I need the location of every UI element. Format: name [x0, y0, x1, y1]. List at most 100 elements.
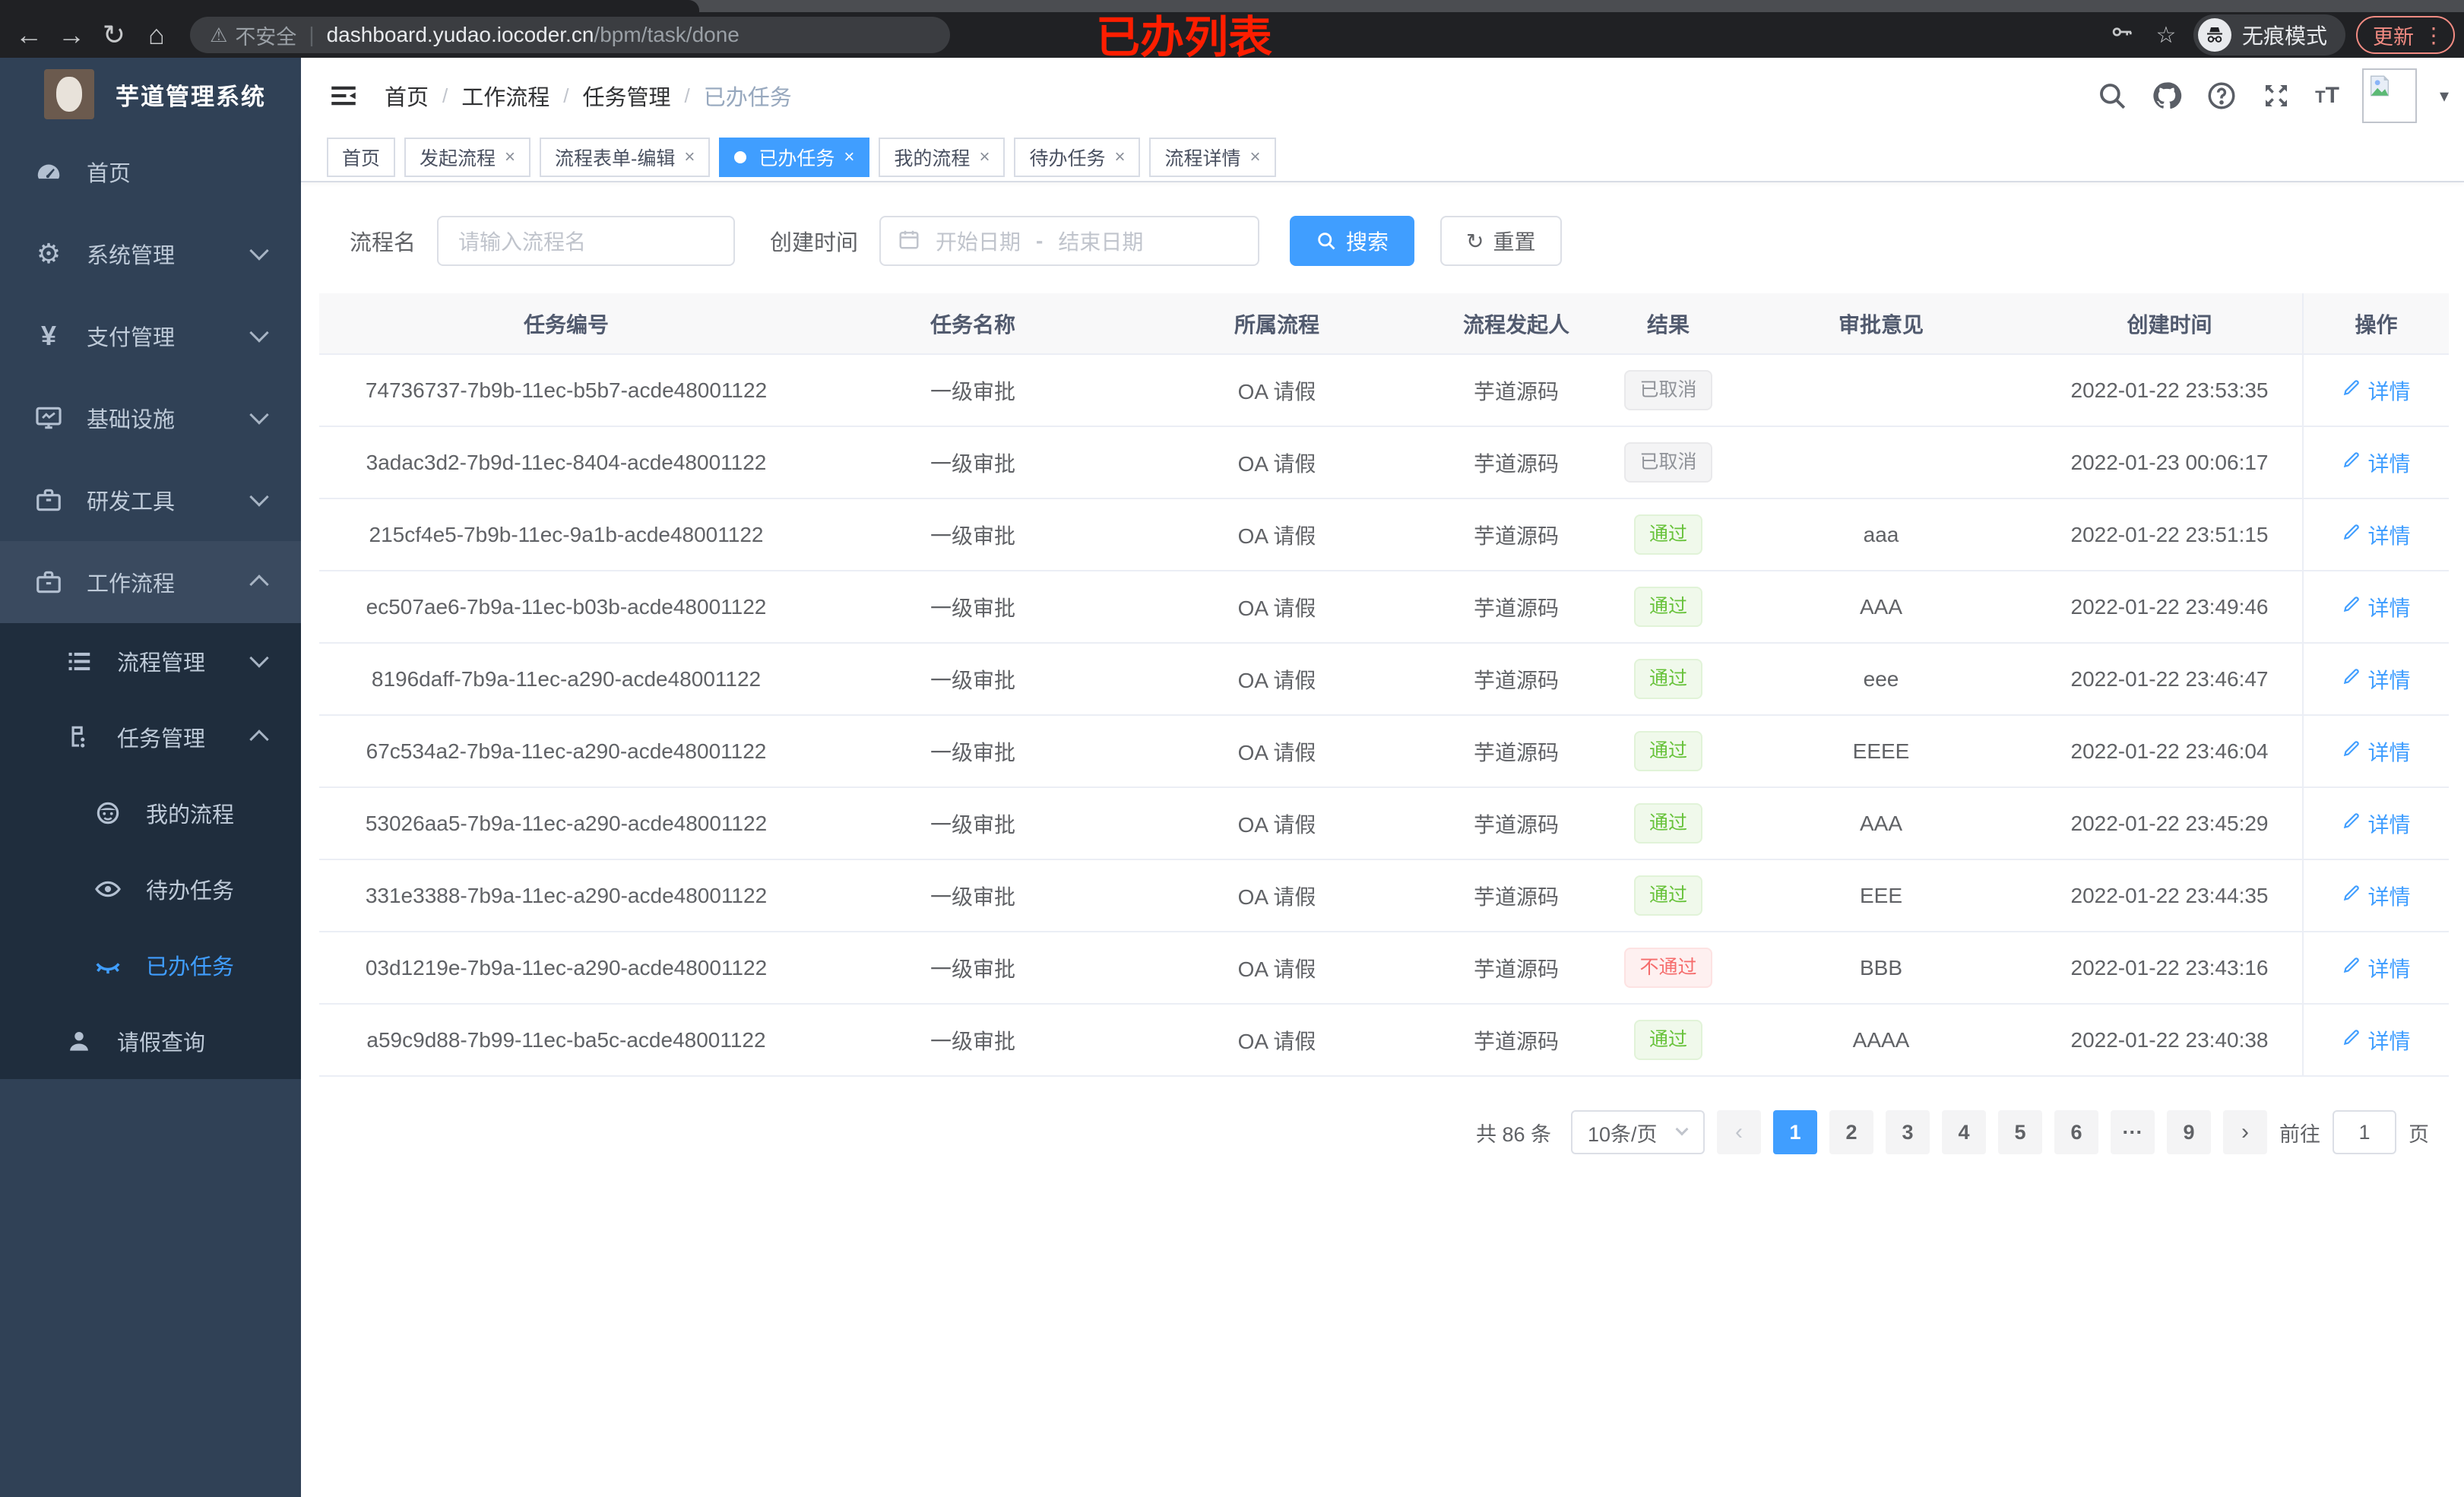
forward-icon[interactable]: →: [50, 14, 93, 56]
date-range-input[interactable]: 开始日期 - 结束日期: [879, 216, 1260, 266]
detail-link[interactable]: 详情: [2342, 953, 2411, 983]
avatar-caret-icon[interactable]: ▾: [2440, 85, 2449, 107]
user-avatar[interactable]: [2361, 68, 2417, 123]
help-icon[interactable]: [2206, 80, 2238, 112]
sidebar-item-首页[interactable]: 首页: [0, 131, 301, 213]
chevron-up-icon: [249, 730, 269, 749]
detail-link[interactable]: 详情: [2342, 1025, 2411, 1055]
reset-button[interactable]: ↻ 重置: [1440, 216, 1562, 266]
sidebar-item-任务管理[interactable]: 任务管理: [0, 699, 301, 775]
detail-link[interactable]: 详情: [2342, 592, 2411, 622]
page-button-3[interactable]: 3: [1886, 1110, 1930, 1154]
page-size-select[interactable]: 10条/页: [1571, 1110, 1705, 1154]
sidebar-item-待办任务[interactable]: 待办任务: [0, 851, 301, 927]
address-bar[interactable]: ⚠ 不安全 | dashboard.yudao.iocoder.cn /bpm/…: [190, 17, 950, 53]
bookmark-star-icon[interactable]: ☆: [2149, 22, 2183, 49]
sidebar-item-已办任务[interactable]: 已办任务: [0, 927, 301, 1003]
sidebar-item-流程管理[interactable]: 流程管理: [0, 623, 301, 699]
sidebar-item-支付管理[interactable]: ¥ 支付管理: [0, 295, 301, 377]
page-ellipsis[interactable]: ···: [2111, 1110, 2155, 1154]
home-icon[interactable]: ⌂: [135, 14, 178, 56]
process-name-input[interactable]: 请输入流程名: [437, 216, 736, 266]
breadcrumb-item-首页[interactable]: 首页: [385, 80, 429, 112]
status-badge: 通过: [1633, 875, 1702, 916]
sidebar-item-基础设施[interactable]: 基础设施: [0, 377, 301, 459]
table-header-row: 任务编号 任务名称 所属流程 流程发起人 结果 审批意见 创建时间 操作: [319, 293, 2449, 355]
search-button-label: 搜索: [1346, 230, 1389, 254]
page-button-4[interactable]: 4: [1942, 1110, 1986, 1154]
workflow-icon: [30, 568, 67, 597]
todo-icon: [90, 875, 126, 904]
sidebar-fold-icon[interactable]: [322, 74, 365, 117]
close-icon[interactable]: ×: [979, 147, 990, 168]
page-button-6[interactable]: 6: [2054, 1110, 2098, 1154]
sidebar-item-label: 已办任务: [146, 955, 235, 980]
edit-icon: [2342, 811, 2361, 836]
cell-actions: 详情: [2302, 498, 2449, 571]
breadcrumb-item-工作流程[interactable]: 工作流程: [461, 80, 549, 112]
detail-link[interactable]: 详情: [2342, 736, 2411, 767]
tab-流程详情[interactable]: 流程详情 ×: [1149, 138, 1276, 177]
font-size-icon[interactable]: TT: [2315, 83, 2339, 109]
prev-page-button[interactable]: ‹: [1717, 1110, 1761, 1154]
edit-icon: [2342, 883, 2361, 908]
sidebar-item-请假查询[interactable]: 请假查询: [0, 1003, 301, 1079]
cell-task-id: a59c9d88-7b99-11ec-ba5c-acde48001122: [319, 1004, 813, 1077]
cell-task-id: 215cf4e5-7b9b-11ec-9a1b-acde48001122: [319, 498, 813, 571]
url-host: dashboard.yudao.iocoder.cn: [326, 23, 594, 46]
key-icon[interactable]: [2105, 20, 2139, 50]
page-button-2[interactable]: 2: [1829, 1110, 1873, 1154]
tab-首页[interactable]: 首页: [327, 138, 396, 177]
fullscreen-icon[interactable]: [2260, 80, 2292, 112]
page-button-9[interactable]: 9: [2167, 1110, 2211, 1154]
cell-actions: 详情: [2302, 715, 2449, 788]
tab-待办任务[interactable]: 待办任务 ×: [1014, 138, 1141, 177]
process-name-label: 流程名: [350, 231, 416, 255]
tab-我的流程[interactable]: 我的流程 ×: [879, 138, 1006, 177]
cell-task-id: 8196daff-7b9a-11ec-a290-acde48001122: [319, 643, 813, 716]
page-button-1[interactable]: 1: [1773, 1110, 1817, 1154]
detail-link[interactable]: 详情: [2342, 448, 2411, 478]
close-icon[interactable]: ×: [1250, 147, 1261, 168]
browser-update-button[interactable]: 更新 ⋮: [2356, 16, 2455, 54]
app-logo-row[interactable]: 芋道管理系统: [0, 58, 301, 131]
detail-link[interactable]: 详情: [2342, 375, 2411, 406]
cell-task-id: 53026aa5-7b9a-11ec-a290-acde48001122: [319, 787, 813, 860]
next-page-button[interactable]: ›: [2223, 1110, 2267, 1154]
close-icon[interactable]: ×: [844, 147, 854, 168]
cell-task-id: 03d1219e-7b9a-11ec-a290-acde48001122: [319, 932, 813, 1005]
breadcrumb-item-任务管理[interactable]: 任务管理: [583, 80, 671, 112]
status-badge: 已取消: [1624, 370, 1712, 410]
insecure-label[interactable]: 不安全: [235, 21, 296, 50]
sidebar-item-我的流程[interactable]: 我的流程: [0, 775, 301, 851]
column-header-流程发起人: 流程发起人: [1421, 293, 1611, 355]
back-icon[interactable]: ←: [8, 14, 50, 56]
cell-process: OA 请假: [1132, 354, 1421, 427]
cell-task-name: 一级审批: [813, 643, 1132, 716]
github-icon[interactable]: [2151, 80, 2183, 112]
range-separator: -: [1036, 229, 1044, 252]
page-button-5[interactable]: 5: [1998, 1110, 2042, 1154]
detail-link[interactable]: 详情: [2342, 520, 2411, 550]
detail-link[interactable]: 详情: [2342, 664, 2411, 695]
sidebar-item-label: 工作流程: [87, 572, 176, 597]
cell-comment: eee: [1725, 643, 2037, 716]
detail-link[interactable]: 详情: [2342, 881, 2411, 911]
sidebar-item-工作流程[interactable]: 工作流程: [0, 541, 301, 623]
goto-page-input[interactable]: 1: [2333, 1110, 2396, 1154]
browser-active-tab[interactable]: [0, 0, 699, 12]
sidebar-item-系统管理[interactable]: ⚙ 系统管理: [0, 213, 301, 295]
reload-icon[interactable]: ↻: [93, 14, 135, 56]
search-icon[interactable]: [2096, 80, 2128, 112]
cell-comment: [1725, 354, 2037, 427]
sidebar-item-研发工具[interactable]: 研发工具: [0, 459, 301, 541]
close-icon[interactable]: ×: [505, 147, 515, 168]
tab-已办任务[interactable]: 已办任务 ×: [719, 138, 870, 177]
close-icon[interactable]: ×: [684, 147, 695, 168]
search-button[interactable]: 搜索: [1290, 216, 1415, 266]
browser-menu-icon[interactable]: ⋮: [2423, 23, 2444, 48]
detail-link[interactable]: 详情: [2342, 809, 2411, 839]
tab-流程表单-编辑[interactable]: 流程表单-编辑 ×: [540, 138, 711, 177]
close-icon[interactable]: ×: [1114, 147, 1125, 168]
tab-发起流程[interactable]: 发起流程 ×: [404, 138, 531, 177]
